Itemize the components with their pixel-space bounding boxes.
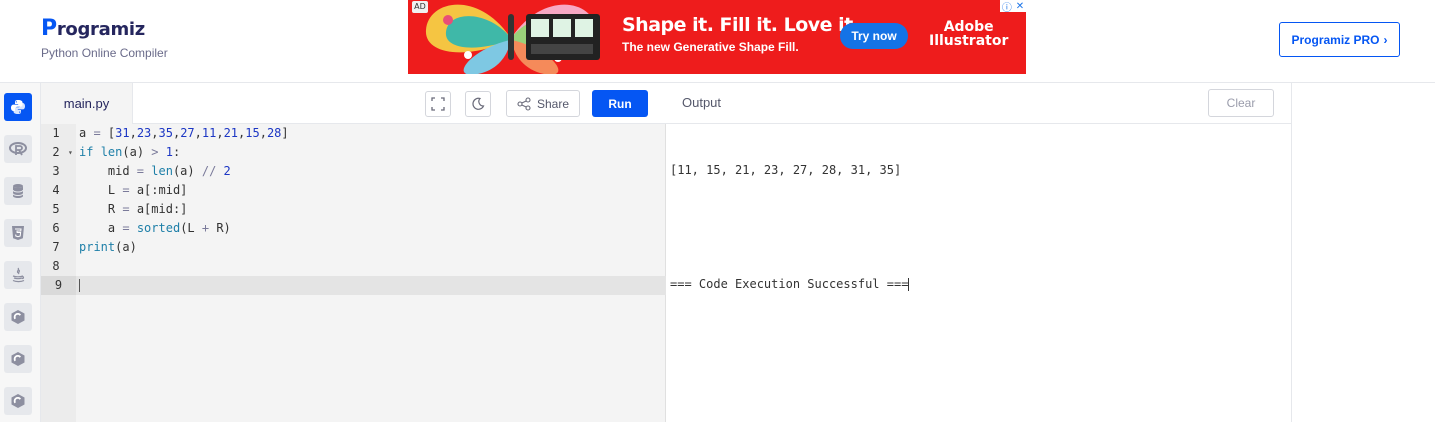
sql-icon[interactable] <box>4 177 32 205</box>
code-text: L = a[:mid] <box>79 183 188 197</box>
output-line-text: === Code Execution Successful === <box>670 277 909 291</box>
theme-toggle-button[interactable] <box>465 91 491 117</box>
line-number: 7 <box>52 240 60 254</box>
fold-arrow-icon[interactable]: ▾ <box>68 143 73 162</box>
top-header: Programiz Python Online Compiler AD Shap… <box>0 0 1435 83</box>
ad-brand-line2: Illustrator <box>929 33 1009 49</box>
code-text: a = [31,23,35,27,11,21,15,28] <box>79 126 289 140</box>
line-number: 5 <box>52 202 60 216</box>
output-line: [11, 15, 21, 23, 27, 28, 31, 35] <box>670 163 902 177</box>
code-text: if len(a) > 1: <box>79 145 181 159</box>
csharp-icon[interactable] <box>4 387 32 415</box>
editor-toolbar: main.py Share Run <box>41 83 666 124</box>
code-line: 8 <box>41 257 666 276</box>
share-icon <box>517 96 531 111</box>
line-number: 2 <box>52 145 60 159</box>
python-icon[interactable] <box>4 93 32 121</box>
code-text: a = sorted(L + R) <box>79 221 231 235</box>
file-tab-main-py[interactable]: main.py <box>41 83 133 124</box>
fullscreen-icon <box>431 97 445 111</box>
ad-brand-line1: Adobe <box>943 19 994 35</box>
code-line: 3 mid = len(a) // 2 <box>41 162 666 181</box>
clear-button[interactable]: Clear <box>1208 89 1274 117</box>
logo-wordmark: rogramiz <box>56 19 145 40</box>
code-text: R = a[mid:] <box>79 202 188 216</box>
pro-button-label: Programiz PRO <box>1291 32 1380 47</box>
code-line: 6 a = sorted(L + R) <box>41 219 666 238</box>
programiz-pro-button[interactable]: Programiz PRO › <box>1279 22 1400 57</box>
code-line: 2 ▾ if len(a) > 1: <box>41 143 666 162</box>
output-cursor <box>908 278 910 291</box>
ad-badge: AD <box>412 1 428 13</box>
logo-text: Programiz <box>41 16 168 41</box>
cpp-icon[interactable] <box>4 345 32 373</box>
fullscreen-button[interactable] <box>425 91 451 117</box>
code-text: print(a) <box>79 240 137 254</box>
output-header: Output Clear <box>666 83 1292 124</box>
line-number: 3 <box>52 164 60 178</box>
ad-info-icon[interactable]: ⓘ <box>1002 0 1012 14</box>
output-panel: Output Clear [11, 15, 21, 23, 27, 28, 31… <box>666 83 1292 422</box>
share-button[interactable]: Share <box>506 90 580 117</box>
ad-subline: The new Generative Shape Fill. <box>622 40 799 54</box>
code-line-active: 9 <box>41 276 666 295</box>
run-button[interactable]: Run <box>592 90 648 117</box>
output-line: === Code Execution Successful === <box>670 275 910 294</box>
output-title: Output <box>682 95 722 110</box>
r-icon[interactable] <box>4 135 32 163</box>
code-editor-panel: main.py Share Run 1 a = [31,23,35,27,11,… <box>41 83 666 422</box>
output-console[interactable]: [11, 15, 21, 23, 27, 28, 31, 35] === Cod… <box>670 123 910 332</box>
line-number: 1 <box>52 126 60 140</box>
logo-p-mark: P <box>41 16 57 41</box>
line-number: 4 <box>52 183 60 197</box>
code-area[interactable]: 1 a = [31,23,35,27,11,21,15,28] 2 ▾ if l… <box>41 124 666 422</box>
ad-banner[interactable]: AD Shape it. Fill it. Love it. The new G… <box>408 0 1026 74</box>
code-line: 4 L = a[:mid] <box>41 181 666 200</box>
c-icon[interactable] <box>4 303 32 331</box>
java-icon[interactable] <box>4 261 32 289</box>
ad-choices[interactable]: ⓘ ✕ <box>1000 0 1026 14</box>
ad-headline: Shape it. Fill it. Love it. <box>622 14 860 36</box>
line-number: 9 <box>41 276 76 295</box>
line-number: 6 <box>52 221 60 235</box>
ad-try-now-button[interactable]: Try now <box>840 23 908 49</box>
ad-butterfly-illustration <box>408 0 613 74</box>
right-margin <box>1292 83 1435 422</box>
moon-icon <box>472 97 485 110</box>
ad-brand-name: Adobe Illustrator <box>929 20 1008 48</box>
share-label: Share <box>536 96 570 111</box>
html-icon[interactable] <box>4 219 32 247</box>
code-line: 5 R = a[mid:] <box>41 200 666 219</box>
code-line: 1 a = [31,23,35,27,11,21,15,28] <box>41 124 666 143</box>
chevron-right-icon: › <box>1383 32 1388 47</box>
ad-close-icon[interactable]: ✕ <box>1016 1 1024 12</box>
programiz-logo[interactable]: Programiz Python Online Compiler <box>41 16 168 61</box>
page-subtitle: Python Online Compiler <box>41 46 168 60</box>
code-text: mid = len(a) // 2 <box>79 164 231 178</box>
code-line: 7 print(a) <box>41 238 666 257</box>
text-cursor <box>79 279 80 292</box>
language-sidebar <box>0 83 41 422</box>
line-number: 8 <box>52 259 60 273</box>
